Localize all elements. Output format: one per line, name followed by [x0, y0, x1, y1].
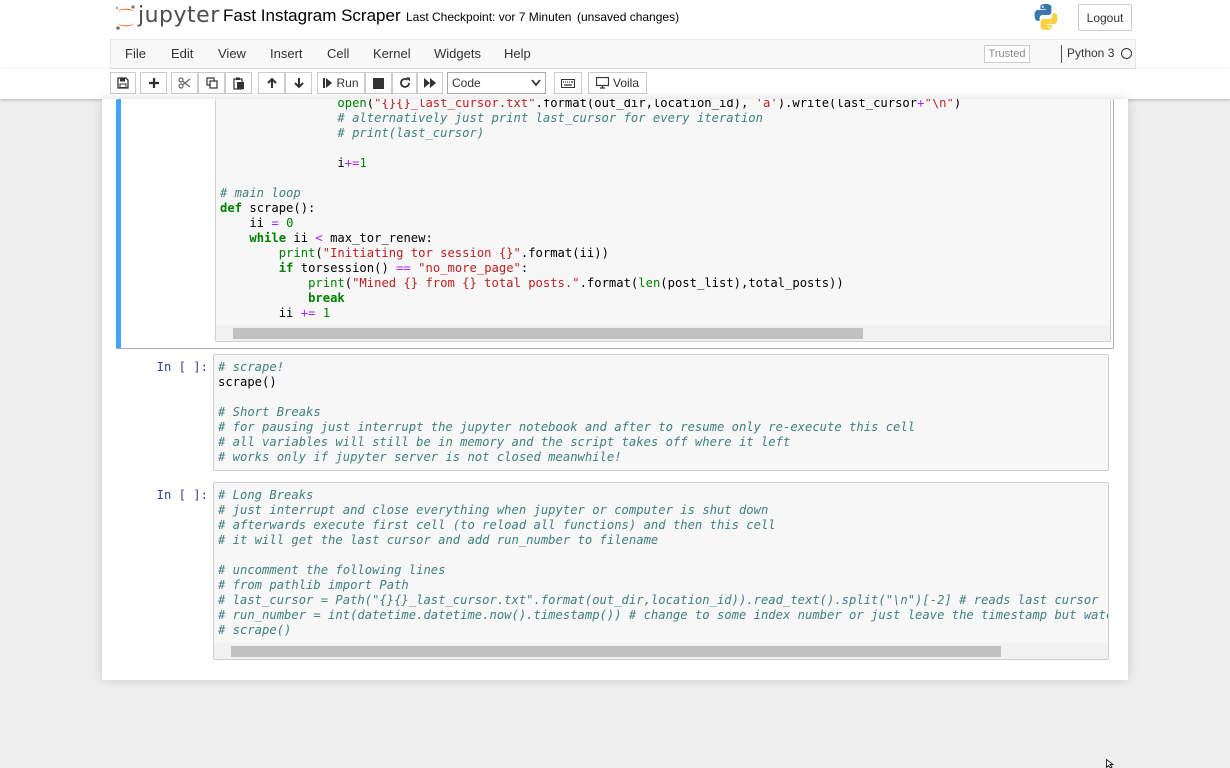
step-forward-icon	[323, 78, 333, 88]
desktop-icon	[595, 77, 609, 89]
paste-icon	[232, 77, 244, 90]
menubar-container: File Edit View Insert Cell Kernel Widget…	[110, 39, 1136, 69]
code-content[interactable]: # scrape! scrape() # Short Breaks # for …	[218, 360, 915, 465]
move-down-button[interactable]	[285, 72, 312, 94]
run-label: Run	[336, 76, 359, 90]
trusted-badge[interactable]: Trusted	[984, 45, 1030, 63]
voila-label: Voila	[612, 76, 640, 90]
menu-edit[interactable]: Edit	[171, 46, 193, 61]
restart-button[interactable]	[392, 72, 417, 94]
cell-type-select[interactable]: Code	[447, 72, 546, 94]
kernel-separator	[1061, 45, 1062, 63]
menu-file[interactable]: File	[125, 46, 146, 61]
horizontal-scrollbar[interactable]	[214, 643, 1108, 659]
paste-button[interactable]	[225, 72, 252, 94]
header: jupyter Fast Instagram Scraper Last Chec…	[0, 0, 1230, 39]
kernel-name[interactable]: Python 3	[1067, 46, 1114, 60]
chevron-down-icon	[531, 79, 541, 87]
scrollbar-thumb[interactable]	[231, 646, 1001, 657]
checkpoint-status: Last Checkpoint: vor 7 Minuten	[406, 10, 572, 24]
notebook-name[interactable]: Fast Instagram Scraper	[223, 6, 401, 26]
code-cell[interactable]: In [ ]: # scrape! scrape() # Short Break…	[116, 353, 1114, 473]
menu-view[interactable]: View	[218, 46, 246, 61]
code-input-area[interactable]: # Long Breaks # just interrupt and close…	[213, 482, 1109, 660]
input-prompt: In [ ]:	[156, 360, 208, 374]
menubar: File Edit View Insert Cell Kernel Widget…	[0, 39, 1230, 69]
kernel-idle-indicator-icon	[1121, 48, 1132, 59]
keyboard-icon	[561, 78, 575, 88]
copy-icon	[205, 77, 218, 89]
input-prompt: In [ ]:	[156, 488, 208, 502]
restart-icon	[399, 77, 410, 88]
copy-button[interactable]	[198, 72, 225, 94]
code-input-area[interactable]: # scrape! scrape() # Short Breaks # for …	[213, 354, 1109, 471]
mouse-cursor-icon	[1106, 759, 1115, 768]
autosave-status: (unsaved changes)	[577, 10, 680, 24]
interrupt-button[interactable]	[365, 72, 392, 94]
logout-button[interactable]: Logout	[1078, 4, 1132, 31]
arrow-down-icon	[293, 78, 304, 89]
menu-cell[interactable]: Cell	[327, 46, 349, 61]
command-palette-button[interactable]	[554, 72, 582, 94]
scrollbar-thumb[interactable]	[233, 328, 863, 339]
code-cell[interactable]: In [ ]: # Long Breaks # just interrupt a…	[116, 481, 1114, 661]
code-content[interactable]: # Long Breaks # just interrupt and close…	[218, 488, 1108, 638]
move-up-button[interactable]	[258, 72, 285, 94]
voila-button[interactable]: Voila	[588, 72, 647, 94]
fast-forward-icon	[423, 78, 436, 88]
stop-icon	[373, 77, 384, 89]
code-cell-selected[interactable]: open("{}{}_last_cursor.txt".format(out_d…	[116, 99, 1114, 349]
notebook-container: open("{}{}_last_cursor.txt".format(out_d…	[102, 99, 1128, 680]
cut-button[interactable]	[171, 72, 198, 94]
menu-insert[interactable]: Insert	[270, 46, 303, 61]
python-logo-icon	[1034, 4, 1058, 31]
insert-cell-button[interactable]	[140, 72, 167, 94]
toolbar: Run Code Voila	[0, 69, 1230, 99]
cell-type-value: Code	[452, 76, 481, 90]
logo-text[interactable]: jupyter	[138, 3, 220, 28]
restart-run-all-button[interactable]	[417, 72, 443, 94]
save-icon	[117, 77, 129, 89]
menu-help[interactable]: Help	[504, 46, 531, 61]
save-button[interactable]	[110, 72, 136, 94]
horizontal-scrollbar[interactable]	[216, 325, 1110, 341]
run-button[interactable]: Run	[317, 72, 365, 94]
code-input-area[interactable]: open("{}{}_last_cursor.txt".format(out_d…	[215, 99, 1111, 342]
arrow-up-icon	[266, 77, 277, 88]
plus-icon	[148, 78, 159, 88]
scissors-icon	[178, 77, 191, 89]
menu-kernel[interactable]: Kernel	[373, 46, 411, 61]
code-content[interactable]: open("{}{}_last_cursor.txt".format(out_d…	[220, 99, 961, 321]
menu-widgets[interactable]: Widgets	[434, 46, 481, 61]
